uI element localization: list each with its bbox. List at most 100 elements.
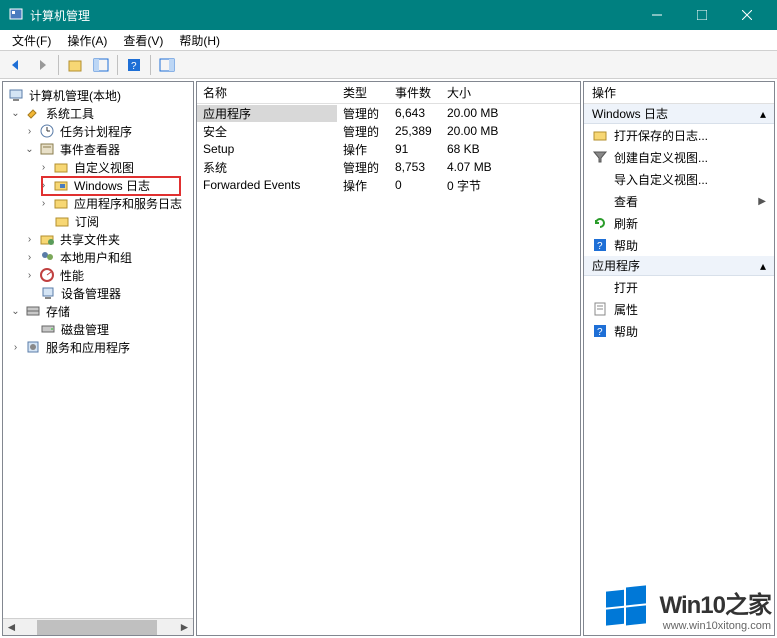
column-size[interactable]: 大小 <box>441 84 580 101</box>
scheduler-icon <box>39 123 55 139</box>
folder-icon <box>53 159 69 175</box>
list-row[interactable]: 安全管理的25,38920.00 MB <box>197 122 580 140</box>
show-hide-tree-button[interactable] <box>89 54 113 76</box>
cell-name: Setup <box>197 142 337 156</box>
tree-services-apps[interactable]: › 服务和应用程序 <box>5 338 191 356</box>
cell-type: 操作 <box>337 177 389 194</box>
menu-file[interactable]: 文件(F) <box>4 30 59 51</box>
action-open[interactable]: 打开 <box>584 276 774 298</box>
tree-root[interactable]: 计算机管理(本地) <box>5 86 191 104</box>
tree-event-viewer[interactable]: ⌄ 事件查看器 <box>5 140 191 158</box>
back-button[interactable] <box>4 54 28 76</box>
cell-count: 91 <box>389 142 441 156</box>
tree-storage[interactable]: ⌄ 存储 <box>5 302 191 320</box>
action-help2[interactable]: ? 帮助 <box>584 320 774 342</box>
action-help[interactable]: ? 帮助 <box>584 234 774 256</box>
close-button[interactable] <box>724 0 769 30</box>
cell-count: 8,753 <box>389 160 441 174</box>
list-row[interactable]: 系统管理的8,7534.07 MB <box>197 158 580 176</box>
cell-name: 系统 <box>197 159 337 176</box>
actions-pane: 操作 Windows 日志 ▴ 打开保存的日志... 创建自定义视图... 导入… <box>583 81 775 636</box>
expander-icon[interactable]: ⌄ <box>9 107 22 120</box>
open-folder-icon <box>592 127 608 143</box>
list-row[interactable]: 应用程序管理的6,64320.00 MB <box>197 104 580 122</box>
expander-icon[interactable]: › <box>9 341 22 354</box>
watermark-title: Win10之家 <box>660 585 771 620</box>
action-open-saved-log[interactable]: 打开保存的日志... <box>584 124 774 146</box>
svg-text:?: ? <box>597 327 603 338</box>
tree-subscriptions[interactable]: 订阅 <box>5 212 191 230</box>
computer-icon <box>8 87 24 103</box>
watermark: Win10之家 www.win10xitong.com <box>602 584 771 632</box>
expander-icon[interactable]: › <box>23 233 36 246</box>
forward-button[interactable] <box>30 54 54 76</box>
expander-icon[interactable]: › <box>37 161 50 174</box>
expander-icon[interactable]: ⌄ <box>9 305 22 318</box>
cell-type: 管理的 <box>337 105 389 122</box>
tree-custom-views[interactable]: › 自定义视图 <box>5 158 191 176</box>
actions-section-application[interactable]: 应用程序 ▴ <box>584 256 774 276</box>
action-create-custom-view[interactable]: 创建自定义视图... <box>584 146 774 168</box>
up-button[interactable] <box>63 54 87 76</box>
menu-action[interactable]: 操作(A) <box>59 30 115 51</box>
tree-local-users[interactable]: › 本地用户和组 <box>5 248 191 266</box>
scroll-left-icon[interactable]: ◄ <box>3 619 20 636</box>
tree-task-scheduler[interactable]: › 任务计划程序 <box>5 122 191 140</box>
tree-performance[interactable]: › 性能 <box>5 266 191 284</box>
window-title: 计算机管理 <box>30 7 634 24</box>
list-row[interactable]: Forwarded Events操作00 字节 <box>197 176 580 194</box>
expander-icon[interactable]: › <box>37 179 50 192</box>
action-properties[interactable]: 属性 <box>584 298 774 320</box>
cell-count: 0 <box>389 178 441 192</box>
tree-disk-management[interactable]: 磁盘管理 <box>5 320 191 338</box>
expander-icon[interactable]: ⌄ <box>23 143 36 156</box>
column-name[interactable]: 名称 <box>197 84 337 101</box>
help-icon: ? <box>592 237 608 253</box>
cell-size: 68 KB <box>441 142 580 156</box>
column-type[interactable]: 类型 <box>337 84 389 101</box>
users-icon <box>39 249 55 265</box>
action-refresh[interactable]: 刷新 <box>584 212 774 234</box>
tree-shared-folders[interactable]: › 共享文件夹 <box>5 230 191 248</box>
shared-folders-icon <box>39 231 55 247</box>
tree-device-manager[interactable]: 设备管理器 <box>5 284 191 302</box>
actions-section-windows-logs[interactable]: Windows 日志 ▴ <box>584 104 774 124</box>
collapse-icon[interactable]: ▴ <box>760 259 766 273</box>
cell-count: 25,389 <box>389 124 441 138</box>
list-row[interactable]: Setup操作9168 KB <box>197 140 580 158</box>
help-icon: ? <box>592 323 608 339</box>
import-icon <box>592 171 608 187</box>
action-view[interactable]: 查看 ▶ <box>584 190 774 212</box>
horizontal-scrollbar[interactable]: ◄ ► <box>3 618 193 635</box>
properties-toolbar-button[interactable] <box>155 54 179 76</box>
storage-icon <box>25 303 41 319</box>
tree-system-tools[interactable]: ⌄ 系统工具 <box>5 104 191 122</box>
collapse-icon[interactable]: ▴ <box>760 107 766 121</box>
windows-logo-icon <box>602 584 650 632</box>
cell-count: 6,643 <box>389 106 441 120</box>
help-toolbar-button[interactable]: ? <box>122 54 146 76</box>
subscriptions-icon <box>54 213 70 229</box>
expander-icon[interactable]: › <box>23 125 36 138</box>
action-import-custom-view[interactable]: 导入自定义视图... <box>584 168 774 190</box>
expander-icon[interactable]: › <box>37 197 50 210</box>
scroll-right-icon[interactable]: ► <box>176 619 193 636</box>
maximize-button[interactable] <box>679 0 724 30</box>
expander-icon[interactable]: › <box>23 251 36 264</box>
tree-app-service-logs[interactable]: › 应用程序和服务日志 <box>5 194 191 212</box>
cell-size: 20.00 MB <box>441 124 580 138</box>
minimize-button[interactable] <box>634 0 679 30</box>
cell-name: 应用程序 <box>197 105 337 122</box>
tools-icon <box>25 105 41 121</box>
app-icon <box>8 7 24 23</box>
menu-view[interactable]: 查看(V) <box>115 30 171 51</box>
tree-windows-logs[interactable]: › Windows 日志 <box>5 176 191 194</box>
watermark-url: www.win10xitong.com <box>663 620 771 632</box>
scroll-thumb[interactable] <box>37 620 157 635</box>
svg-text:?: ? <box>597 241 603 252</box>
list-header: 名称 类型 事件数 大小 <box>197 82 580 104</box>
column-count[interactable]: 事件数 <box>389 84 441 101</box>
expander-icon[interactable]: › <box>23 269 36 282</box>
services-icon <box>25 339 41 355</box>
menu-help[interactable]: 帮助(H) <box>171 30 228 51</box>
